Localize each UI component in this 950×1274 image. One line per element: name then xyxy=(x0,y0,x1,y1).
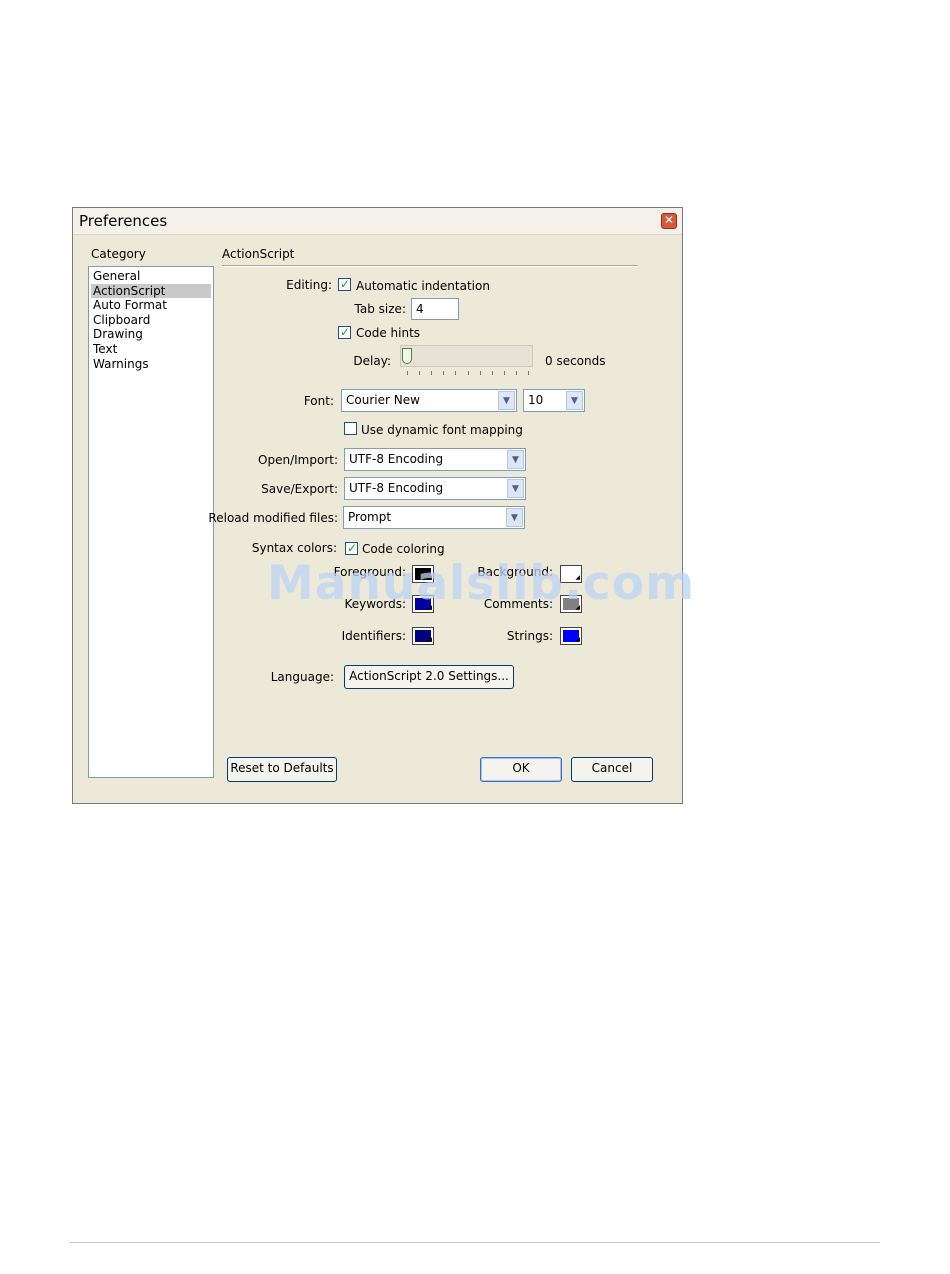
category-item[interactable]: Clipboard xyxy=(91,313,211,327)
reload-modified-value: Prompt xyxy=(348,510,392,524)
preferences-dialog: Preferences ✕ Category General ActionScri… xyxy=(72,207,683,804)
slider-tick xyxy=(443,371,445,375)
section-divider xyxy=(222,265,638,267)
slider-tick xyxy=(515,371,517,375)
font-family-value: Courier New xyxy=(346,393,420,407)
chevron-down-icon[interactable]: ▼ xyxy=(507,450,524,469)
editing-label: Editing: xyxy=(286,278,332,292)
chevron-down-icon[interactable]: ▼ xyxy=(506,508,523,527)
slider-tick xyxy=(431,371,433,375)
font-label: Font: xyxy=(303,394,334,408)
open-import-select[interactable]: UTF-8 Encoding ▼ xyxy=(344,448,526,471)
save-export-label: Save/Export: xyxy=(261,482,338,496)
reload-modified-label: Reload modified files: xyxy=(208,511,338,525)
delay-label: Delay: xyxy=(353,354,391,368)
slider-tick xyxy=(467,371,469,375)
tab-size-label: Tab size: xyxy=(354,302,406,316)
checkmark-icon: ✓ xyxy=(347,541,358,555)
dropdown-triangle-icon: ◢ xyxy=(427,636,432,643)
category-item[interactable]: Text xyxy=(91,342,211,356)
slider-tick xyxy=(479,371,481,375)
checkmark-icon: ✓ xyxy=(340,325,351,339)
close-icon: ✕ xyxy=(663,213,675,227)
category-heading: Category xyxy=(91,247,146,261)
font-size-value: 10 xyxy=(528,393,544,407)
dropdown-triangle-icon: ◢ xyxy=(575,636,580,643)
open-import-value: UTF-8 Encoding xyxy=(349,452,444,466)
actionscript-settings-button[interactable]: ActionScript 2.0 Settings... xyxy=(344,665,514,689)
dynamic-font-mapping-checkbox[interactable] xyxy=(344,422,357,435)
tab-size-input[interactable]: 4 xyxy=(411,298,459,320)
auto-indent-label: Automatic indentation xyxy=(356,279,490,293)
dialog-title: Preferences xyxy=(79,212,168,230)
reload-modified-select[interactable]: Prompt ▼ xyxy=(343,506,525,529)
save-export-select[interactable]: UTF-8 Encoding ▼ xyxy=(344,477,526,500)
category-item[interactable]: Auto Format xyxy=(91,298,211,312)
watermark: Manualslib.com xyxy=(267,556,696,611)
code-coloring-label: Code coloring xyxy=(362,542,445,556)
dynamic-font-mapping-label: Use dynamic font mapping xyxy=(361,423,523,437)
language-label: Language: xyxy=(270,670,334,684)
section-title: ActionScript xyxy=(222,247,295,261)
delay-slider-track[interactable] xyxy=(400,345,533,367)
slider-tick xyxy=(528,371,529,375)
chevron-down-icon[interactable]: ▼ xyxy=(507,479,524,498)
category-item[interactable]: Drawing xyxy=(91,327,211,341)
checkmark-icon: ✓ xyxy=(340,277,351,291)
title-bar[interactable]: Preferences ✕ xyxy=(73,208,682,235)
cancel-button[interactable]: Cancel xyxy=(571,757,653,782)
syntax-colors-label: Syntax colors: xyxy=(251,541,337,555)
auto-indent-checkbox[interactable]: ✓ xyxy=(338,277,351,291)
open-import-label: Open/Import: xyxy=(258,453,338,467)
font-family-select[interactable]: Courier New ▼ xyxy=(341,389,517,412)
save-export-value: UTF-8 Encoding xyxy=(349,481,444,495)
code-hints-label: Code hints xyxy=(356,326,421,340)
delay-slider-thumb[interactable] xyxy=(402,348,412,364)
slider-tick xyxy=(455,371,457,375)
category-item[interactable]: General xyxy=(91,269,211,283)
strings-label: Strings: xyxy=(506,629,553,643)
chevron-down-icon[interactable]: ▼ xyxy=(498,391,515,410)
page-footer-rule xyxy=(70,1242,880,1243)
font-size-select[interactable]: 10 ▼ xyxy=(523,389,585,412)
slider-tick xyxy=(407,371,408,375)
category-item[interactable]: Warnings xyxy=(91,357,211,371)
strings-color-swatch[interactable]: ◢ xyxy=(560,627,582,645)
ok-button[interactable]: OK xyxy=(480,757,562,782)
delay-value: 0 seconds xyxy=(545,354,606,368)
identifiers-color-swatch[interactable]: ◢ xyxy=(412,627,434,645)
slider-tick xyxy=(419,371,421,375)
chevron-down-icon[interactable]: ▼ xyxy=(566,391,583,410)
category-item[interactable]: ActionScript xyxy=(91,283,211,298)
slider-tick xyxy=(491,371,493,375)
code-hints-checkbox[interactable]: ✓ xyxy=(338,325,351,339)
identifiers-label: Identifiers: xyxy=(341,629,406,643)
reset-defaults-button[interactable]: Reset to Defaults xyxy=(227,757,337,782)
code-coloring-checkbox[interactable]: ✓ xyxy=(345,541,358,555)
close-button[interactable]: ✕ xyxy=(661,213,677,229)
slider-tick xyxy=(503,371,505,375)
